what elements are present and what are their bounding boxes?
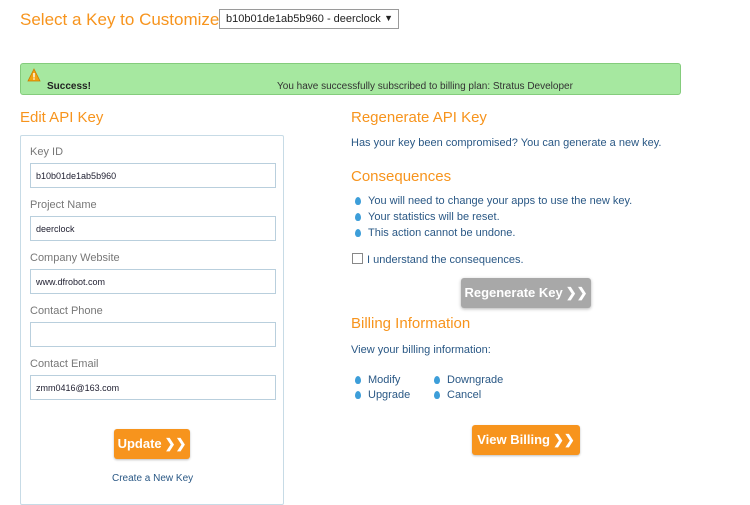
bullet-icon bbox=[355, 229, 361, 237]
alert-message: You have successfully subscribed to bill… bbox=[277, 81, 573, 92]
update-button[interactable]: Update ❯❯ bbox=[114, 429, 190, 459]
success-alert: Success! You have successfully subscribe… bbox=[20, 63, 681, 95]
regenerate-api-key-title: Regenerate API Key bbox=[351, 109, 487, 126]
view-billing-button[interactable]: View Billing ❯❯ bbox=[472, 425, 580, 455]
understand-checkbox-row[interactable]: I understand the consequences. bbox=[352, 253, 524, 266]
billing-modify-link[interactable]: Modify bbox=[355, 374, 400, 386]
company-website-input[interactable]: www.dfrobot.com bbox=[30, 269, 276, 294]
understand-checkbox-label: I understand the consequences. bbox=[367, 254, 524, 266]
contact-phone-label: Contact Phone bbox=[30, 305, 103, 317]
warning-icon bbox=[27, 68, 41, 82]
edit-api-key-title: Edit API Key bbox=[20, 109, 104, 126]
update-button-label: Update bbox=[117, 436, 162, 451]
key-select-dropdown[interactable]: b10b01de1ab5b960 - deerclock ▼ bbox=[219, 9, 399, 29]
page-title: Select a Key to Customize bbox=[20, 10, 220, 29]
billing-downgrade-link[interactable]: Downgrade bbox=[434, 374, 503, 386]
understand-checkbox[interactable] bbox=[352, 253, 363, 264]
regenerate-description: Has your key been compromised? You can g… bbox=[351, 137, 662, 149]
key-id-input[interactable]: b10b01de1ab5b960 bbox=[30, 163, 276, 188]
dropdown-arrow-icon: ▼ bbox=[384, 13, 393, 23]
billing-information-title: Billing Information bbox=[351, 315, 471, 332]
bullet-icon bbox=[434, 391, 440, 399]
project-name-input[interactable]: deerclock bbox=[30, 216, 276, 241]
bullet-icon bbox=[355, 197, 361, 205]
key-select-value: b10b01de1ab5b960 - deerclock bbox=[226, 13, 381, 25]
billing-upgrade-link[interactable]: Upgrade bbox=[355, 389, 410, 401]
contact-email-input[interactable]: zmm0416@163.com bbox=[30, 375, 276, 400]
list-item: This action cannot be undone. bbox=[355, 227, 515, 239]
billing-cancel-link[interactable]: Cancel bbox=[434, 389, 481, 401]
contact-email-label: Contact Email bbox=[30, 358, 99, 370]
chevron-right-icon: ❯❯ bbox=[164, 436, 187, 451]
bullet-icon bbox=[355, 376, 361, 384]
list-item: You will need to change your apps to use… bbox=[355, 195, 632, 207]
regenerate-key-button-label: Regenerate Key bbox=[464, 285, 563, 300]
billing-description: View your billing information: bbox=[351, 344, 491, 356]
project-name-label: Project Name bbox=[30, 199, 97, 211]
key-id-label: Key ID bbox=[30, 146, 64, 158]
bullet-icon bbox=[434, 376, 440, 384]
list-item: Your statistics will be reset. bbox=[355, 211, 500, 223]
regenerate-key-button[interactable]: Regenerate Key ❯❯ bbox=[461, 278, 591, 308]
view-billing-button-label: View Billing bbox=[477, 432, 550, 447]
chevron-right-icon: ❯❯ bbox=[565, 285, 588, 300]
alert-label: Success! bbox=[47, 81, 91, 92]
bullet-icon bbox=[355, 391, 361, 399]
contact-phone-input[interactable] bbox=[30, 322, 276, 347]
company-website-label: Company Website bbox=[30, 252, 120, 264]
bullet-icon bbox=[355, 213, 361, 221]
consequences-title: Consequences bbox=[351, 168, 452, 185]
create-new-key-link[interactable]: Create a New Key bbox=[112, 473, 193, 484]
chevron-right-icon: ❯❯ bbox=[552, 432, 575, 447]
